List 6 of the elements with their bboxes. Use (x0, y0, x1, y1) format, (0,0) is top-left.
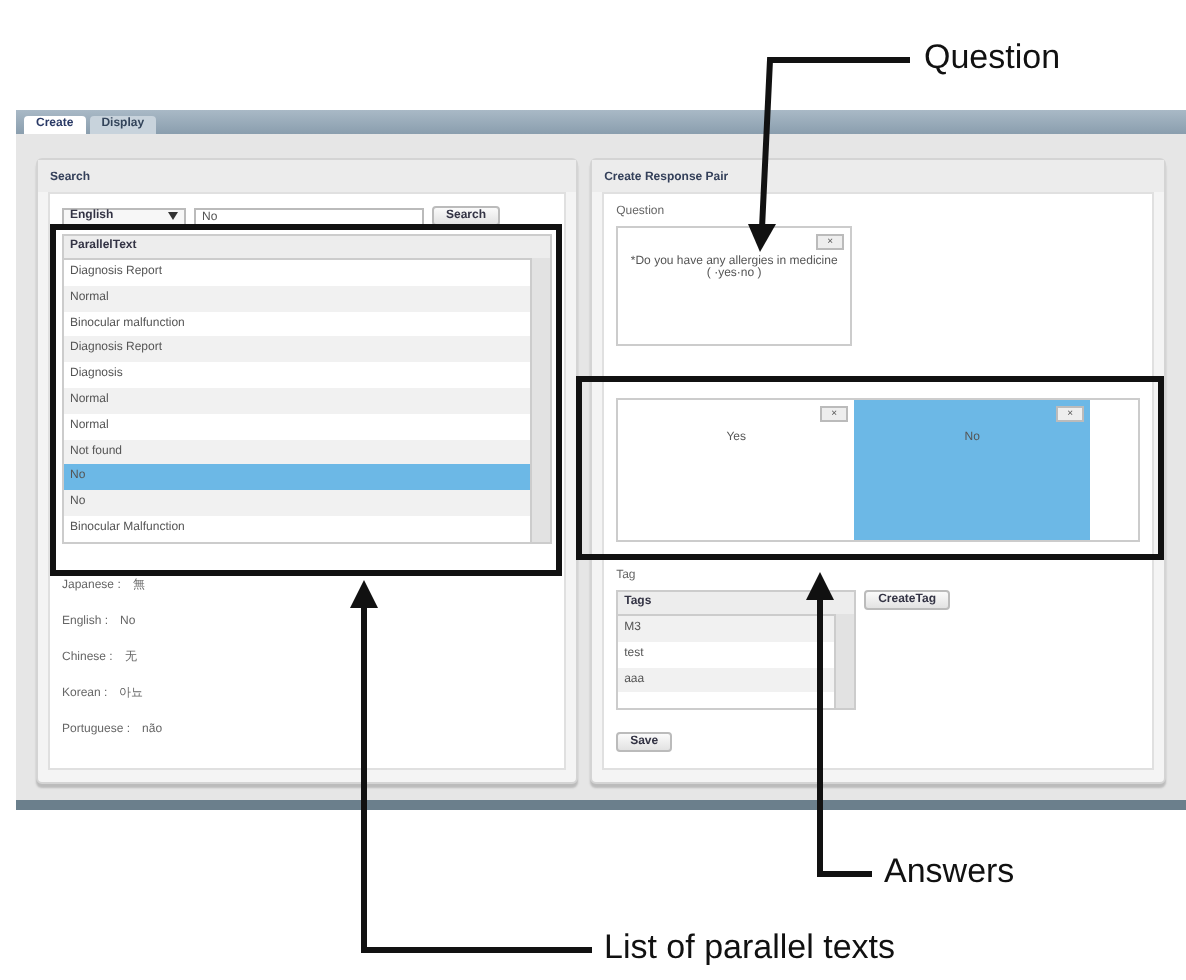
callout-label: Answers (884, 852, 1015, 892)
caret-icon (168, 212, 178, 220)
scrollbar[interactable] (530, 258, 551, 542)
callout-label: List of parallel texts (604, 928, 896, 968)
scrollbar[interactable] (834, 614, 855, 708)
callout-label: Question (924, 38, 1061, 78)
